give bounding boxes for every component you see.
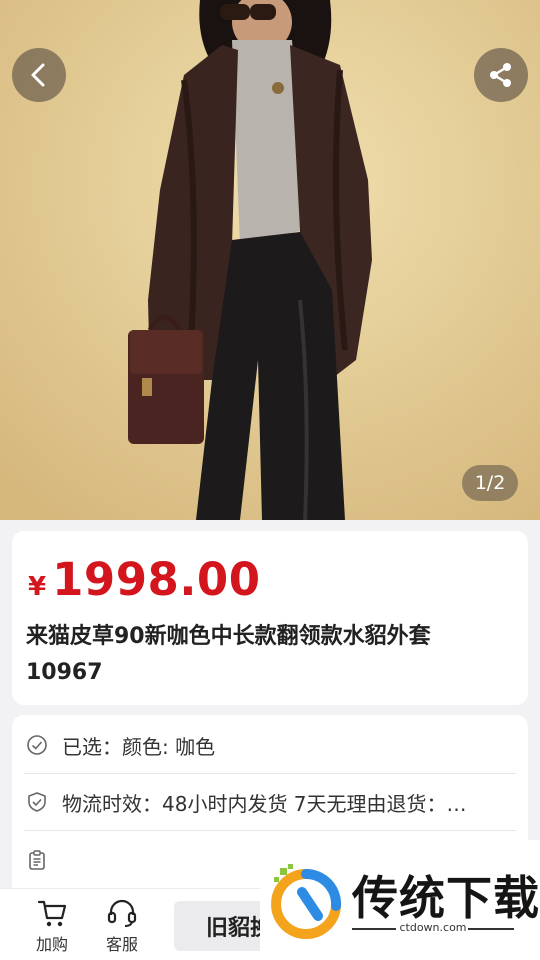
price: ¥ 1998.00 xyxy=(28,553,261,606)
customer-service-button[interactable]: 客服 xyxy=(94,897,150,955)
share-button[interactable] xyxy=(474,48,528,102)
selected-spec-row[interactable]: 已选：颜色: 咖色 xyxy=(24,717,516,774)
product-title: 来猫皮草90新咖色中长款翻领款水貂外套10967 xyxy=(26,624,431,685)
product-photo xyxy=(0,0,540,520)
headset-icon xyxy=(107,899,137,927)
image-counter: 1/2 xyxy=(462,465,518,501)
service-label: 客服 xyxy=(105,935,138,954)
price-amount: 1998.00 xyxy=(52,553,261,606)
watermark: 传统下载 ctdown.com xyxy=(260,840,540,960)
watermark-brand: 传统下载 xyxy=(352,871,540,925)
cart-icon xyxy=(37,900,67,927)
share-icon xyxy=(490,63,511,87)
check-circle-icon xyxy=(26,734,48,756)
shield-check-icon xyxy=(26,791,48,813)
watermark-url: ctdown.com xyxy=(399,921,467,934)
cart-label: 加购 xyxy=(35,935,68,954)
shipping-text: 物流时效：48小时内发货 7天无理由退货：… xyxy=(62,791,467,816)
shipping-row[interactable]: 物流时效：48小时内发货 7天无理由退货：… xyxy=(24,774,516,831)
selected-spec-text: 已选：颜色: 咖色 xyxy=(62,734,216,759)
product-image[interactable]: 1/2 xyxy=(0,0,540,520)
currency-symbol: ¥ xyxy=(28,572,47,602)
watermark-divider-right xyxy=(468,928,514,930)
watermark-logo-icon xyxy=(271,864,342,939)
add-to-cart-button[interactable]: 加购 xyxy=(24,897,80,955)
back-button[interactable] xyxy=(12,48,66,102)
chevron-left-icon xyxy=(31,63,45,87)
price-card: ¥ 1998.00 来猫皮草90新咖色中长款翻领款水貂外套10967 xyxy=(12,531,528,705)
clipboard-icon xyxy=(26,849,48,871)
watermark-divider-left xyxy=(352,928,396,930)
